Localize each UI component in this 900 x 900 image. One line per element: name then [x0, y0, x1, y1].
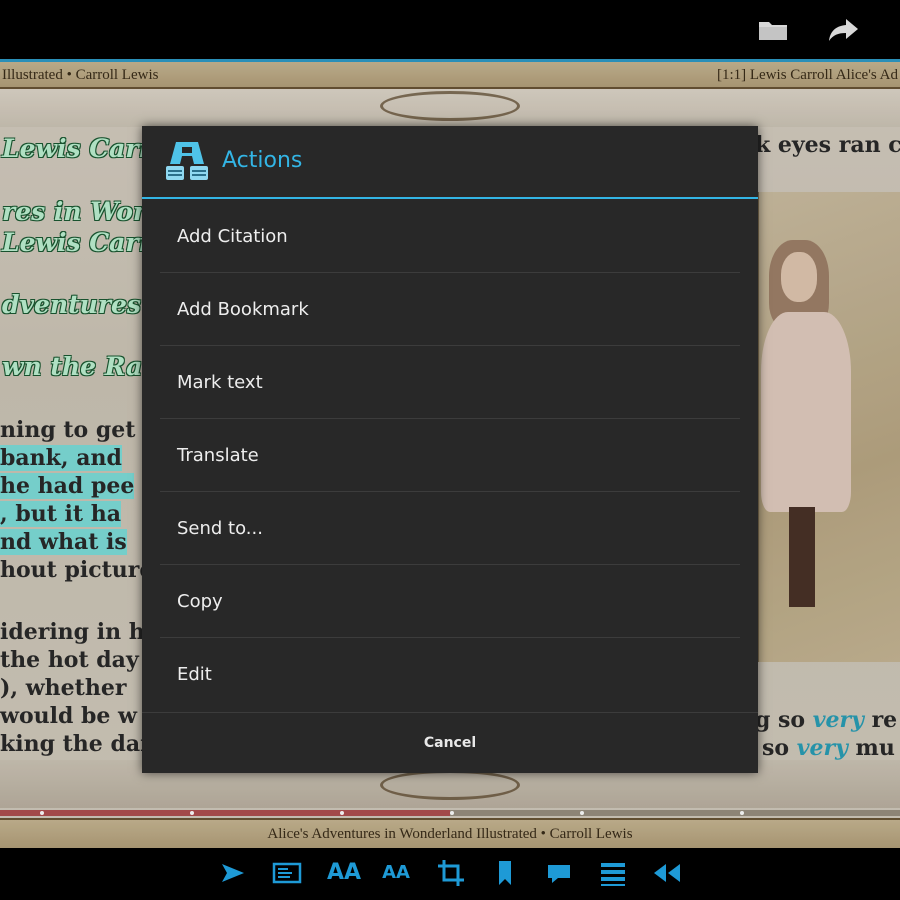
- dialog-header: Actions: [142, 126, 758, 199]
- crop-icon[interactable]: [436, 858, 466, 888]
- action-bar: [0, 0, 900, 62]
- menu-item-send-to[interactable]: Send to...: [160, 492, 740, 565]
- cancel-button[interactable]: Cancel: [142, 712, 758, 773]
- reader-app-icon: [164, 138, 210, 184]
- goto-icon[interactable]: [218, 858, 248, 888]
- share-icon[interactable]: [826, 14, 862, 46]
- comment-icon[interactable]: [544, 858, 574, 888]
- bottom-toolbar: AA AA: [0, 848, 900, 900]
- menu-item-copy[interactable]: Copy: [160, 565, 740, 638]
- contents-icon[interactable]: [598, 858, 628, 888]
- page-view-icon[interactable]: [272, 858, 302, 888]
- menu-item-label: Translate: [177, 445, 259, 466]
- menu-item-label: Send to...: [177, 518, 263, 539]
- menu-item-label: Add Bookmark: [177, 299, 309, 320]
- menu-item-add-citation[interactable]: Add Citation: [160, 200, 740, 273]
- cancel-button-label: Cancel: [423, 735, 477, 751]
- dialog-header-divider: [142, 197, 758, 199]
- menu-item-edit[interactable]: Edit: [160, 638, 740, 711]
- font-smaller-icon[interactable]: AA: [381, 858, 411, 888]
- actions-dialog: Actions Add Citation Add Bookmark Mark t…: [142, 126, 758, 773]
- menu-item-label: Add Citation: [177, 226, 288, 247]
- bookmark-icon[interactable]: [490, 858, 520, 888]
- menu-item-label: Copy: [177, 591, 223, 612]
- dialog-title: Actions: [222, 148, 303, 173]
- menu-item-label: Edit: [177, 664, 212, 685]
- rewind-icon[interactable]: [652, 858, 682, 888]
- menu-item-label: Mark text: [177, 372, 263, 393]
- menu-item-add-bookmark[interactable]: Add Bookmark: [160, 273, 740, 346]
- folder-icon[interactable]: [755, 14, 791, 46]
- menu-item-translate[interactable]: Translate: [160, 419, 740, 492]
- menu-item-mark-text[interactable]: Mark text: [160, 346, 740, 419]
- font-larger-icon[interactable]: AA: [327, 858, 361, 888]
